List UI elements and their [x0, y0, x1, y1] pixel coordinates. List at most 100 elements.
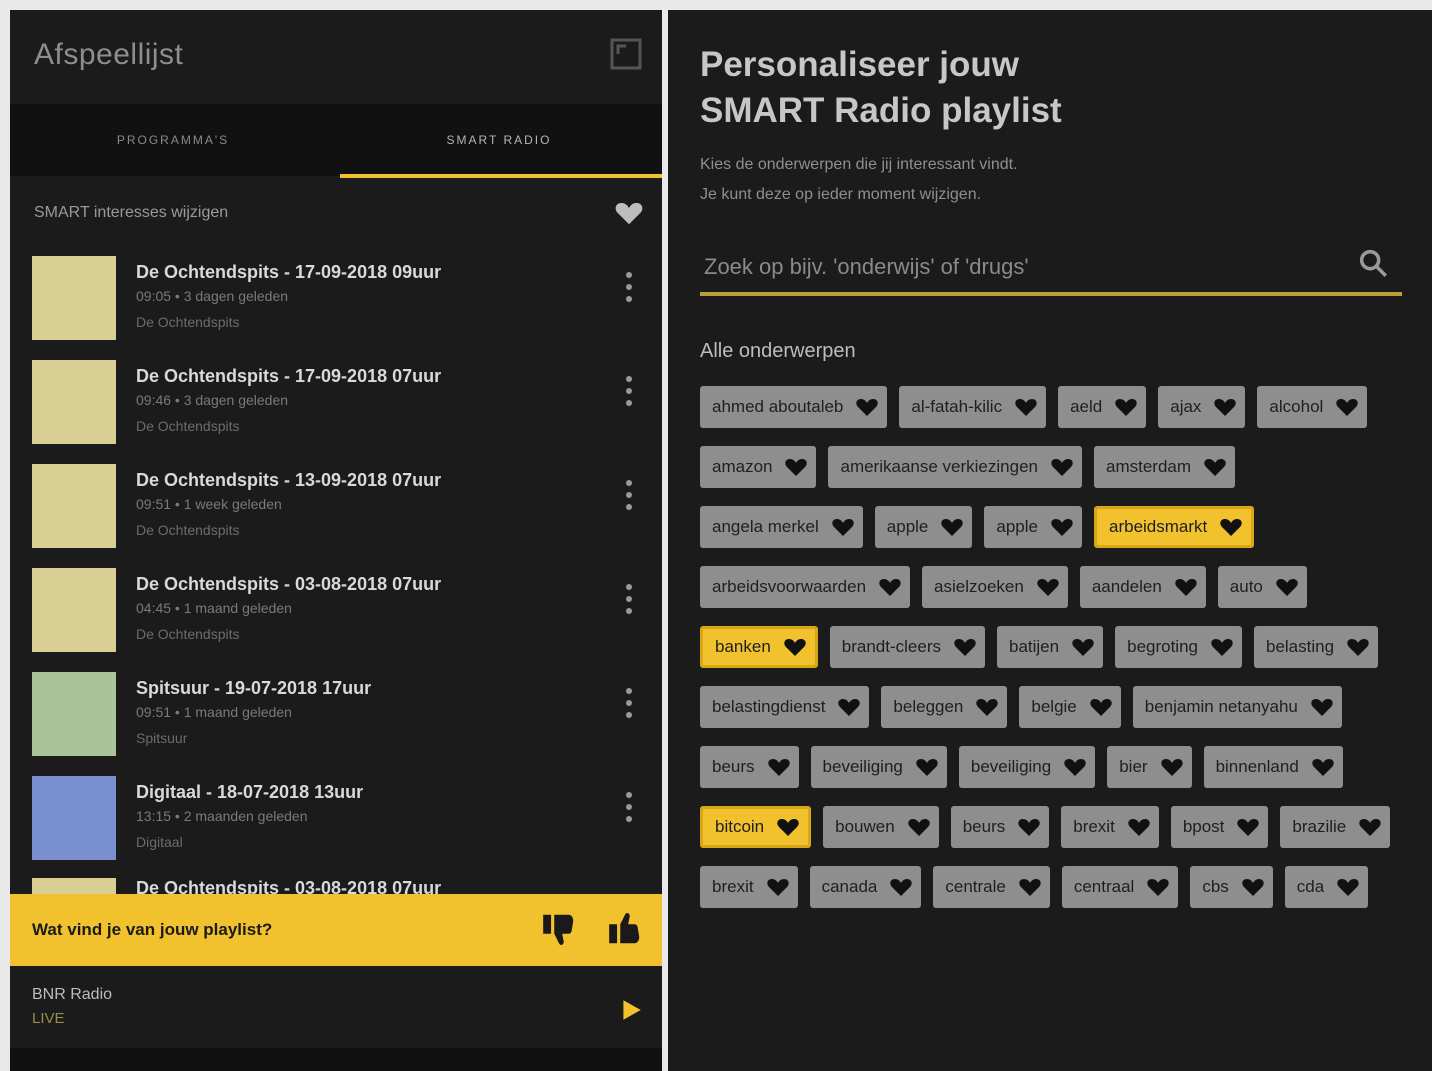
topic-chip-label: belgie	[1031, 697, 1077, 716]
topic-chip[interactable]: brandt-cleers	[829, 626, 985, 668]
topic-chip[interactable]: beleggen	[881, 686, 1008, 728]
topic-chip-label: beveiliging	[970, 757, 1052, 776]
topic-chip[interactable]: beurs	[700, 746, 799, 788]
more-vert-icon[interactable]	[618, 788, 640, 832]
topic-chip[interactable]: bier	[1107, 746, 1192, 788]
topic-chip-label: beurs	[962, 817, 1006, 836]
topic-chip[interactable]: arbeidsvoorwaarden	[700, 566, 911, 608]
playlist-item[interactable]: De Ochtendspits - 17-09-2018 09uur 09:05 …	[10, 246, 662, 350]
topic-chip[interactable]: aeld	[1058, 386, 1147, 428]
topic-chip-label: cbs	[1202, 877, 1229, 896]
topic-chip-label: brexit	[1073, 817, 1115, 836]
topic-chip[interactable]: amsterdam	[1093, 446, 1236, 488]
heart-icon	[1051, 519, 1073, 536]
thumb-up-icon[interactable]	[606, 910, 644, 948]
topic-chip[interactable]: cbs	[1190, 866, 1273, 908]
search-underline	[700, 292, 1402, 296]
heart-icon	[1242, 879, 1264, 896]
more-vert-icon[interactable]	[618, 476, 640, 520]
heart-icon	[1204, 459, 1226, 476]
topic-chip[interactable]: apple	[874, 506, 973, 548]
episode-meta: 09:46 • 3 dagen geleden	[136, 392, 289, 408]
tab-programmas[interactable]: PROGRAMMA'S	[10, 104, 336, 176]
topic-chip[interactable]: banken	[700, 626, 818, 668]
topic-chip[interactable]: asielzoeken	[922, 566, 1068, 608]
topic-chip-label: centrale	[945, 877, 1006, 896]
topic-chip[interactable]: beveiliging	[958, 746, 1096, 788]
topic-chip[interactable]: aandelen	[1079, 566, 1206, 608]
topic-chip[interactable]: bitcoin	[700, 806, 812, 848]
topic-chip[interactable]: centraal	[1061, 866, 1179, 908]
topic-chip[interactable]: begroting	[1115, 626, 1242, 668]
topic-chip[interactable]: brazilie	[1280, 806, 1391, 848]
heart-icon	[1214, 399, 1237, 416]
episode-thumbnail	[32, 360, 116, 444]
heart-icon	[1037, 579, 1059, 596]
topic-chip[interactable]: belgie	[1019, 686, 1121, 728]
topic-chip[interactable]: bouwen	[823, 806, 939, 848]
heart-icon	[1175, 579, 1197, 596]
more-vert-icon[interactable]	[618, 268, 640, 312]
topic-chip-label: arbeidsvoorwaarden	[712, 577, 867, 596]
heart-icon	[784, 639, 806, 656]
topic-chip[interactable]: benjamin netanyahu	[1132, 686, 1342, 728]
topic-chip[interactable]: bpost	[1170, 806, 1269, 848]
more-vert-icon[interactable]	[618, 580, 640, 624]
topic-chip[interactable]: ahmed aboutaleb	[700, 386, 888, 428]
playlist-title: Afspeellijst	[34, 38, 184, 71]
topic-chip[interactable]: apple	[984, 506, 1082, 548]
topic-chip-label: beveiliging	[822, 757, 903, 776]
more-vert-icon[interactable]	[618, 684, 640, 728]
playlist-panel: Afspeellijst PROGRAMMA'S SMART RADIO SMA…	[10, 10, 662, 1071]
thumb-down-icon[interactable]	[540, 910, 578, 948]
playlist-list: De Ochtendspits - 17-09-2018 09uur 09:05 …	[10, 246, 662, 870]
heart-icon	[777, 819, 799, 836]
topic-chip[interactable]: brexit	[1061, 806, 1159, 848]
topic-chip-label: amazon	[712, 457, 773, 476]
episode-meta: 13:15 • 2 maanden geleden	[136, 808, 308, 824]
tab-smart-radio[interactable]: SMART RADIO	[336, 104, 662, 176]
playlist-item[interactable]: Spitsuur - 19-07-2018 17uur 09:51 • 1 maa…	[10, 662, 662, 766]
episode-meta: 09:51 • 1 maand geleden	[136, 704, 292, 720]
topic-chip-label: bouwen	[835, 817, 895, 836]
topic-search-input[interactable]	[700, 246, 1368, 288]
topic-chip[interactable]: amazon	[700, 446, 817, 488]
playlist-item[interactable]: De Ochtendspits - 03-08-2018 07uur 04:45 …	[10, 558, 662, 662]
topic-chip[interactable]: beurs	[950, 806, 1050, 848]
topic-chip[interactable]: al-fatah-kilic	[899, 386, 1047, 428]
heart-icon	[941, 519, 964, 536]
playlist-item[interactable]: De Ochtendspits - 13-09-2018 07uur 09:51 …	[10, 454, 662, 558]
topic-chip[interactable]: cda	[1284, 866, 1369, 908]
heart-icon	[1237, 819, 1260, 836]
play-icon[interactable]	[618, 996, 644, 1024]
topic-chip[interactable]: canada	[809, 866, 922, 908]
topic-chip[interactable]: alcohol	[1257, 386, 1368, 428]
topic-chip[interactable]: beveiliging	[810, 746, 947, 788]
personalise-title-line1: Personaliseer jouw	[700, 45, 1020, 84]
topic-chip[interactable]: ajax	[1158, 386, 1246, 428]
topic-chip[interactable]: angela merkel	[700, 506, 863, 548]
playlist-item[interactable]: Digitaal - 18-07-2018 13uur 13:15 • 2 maa…	[10, 766, 662, 870]
heart-icon	[767, 759, 790, 776]
topic-chip[interactable]: belasting	[1254, 626, 1379, 668]
expand-icon[interactable]	[608, 36, 644, 72]
topic-chip[interactable]: auto	[1217, 566, 1307, 608]
topic-chip-label: cda	[1296, 877, 1325, 896]
playlist-item[interactable]: De Ochtendspits - 17-09-2018 07uur 09:46 …	[10, 350, 662, 454]
topic-chip[interactable]: batijen	[997, 626, 1104, 668]
topic-chip[interactable]: binnenland	[1203, 746, 1343, 788]
search-icon[interactable]	[1356, 246, 1390, 280]
heart-icon[interactable]	[614, 198, 644, 228]
topic-chip-label: canada	[821, 877, 878, 896]
topic-chip[interactable]: belastingdienst	[700, 686, 870, 728]
heart-icon	[766, 879, 789, 896]
topic-chip[interactable]: amerikaanse verkiezingen	[828, 446, 1082, 488]
topic-chip[interactable]: centrale	[933, 866, 1050, 908]
episode-meta: 04:45 • 1 maand geleden	[136, 600, 292, 616]
more-vert-icon[interactable]	[618, 372, 640, 416]
topic-chip[interactable]: brexit	[700, 866, 798, 908]
topic-chip[interactable]: arbeidsmarkt	[1094, 506, 1255, 548]
smart-interests-row[interactable]: SMART interesses wijzigen	[10, 186, 662, 242]
heart-icon	[1072, 639, 1094, 656]
episode-thumbnail	[32, 568, 116, 652]
